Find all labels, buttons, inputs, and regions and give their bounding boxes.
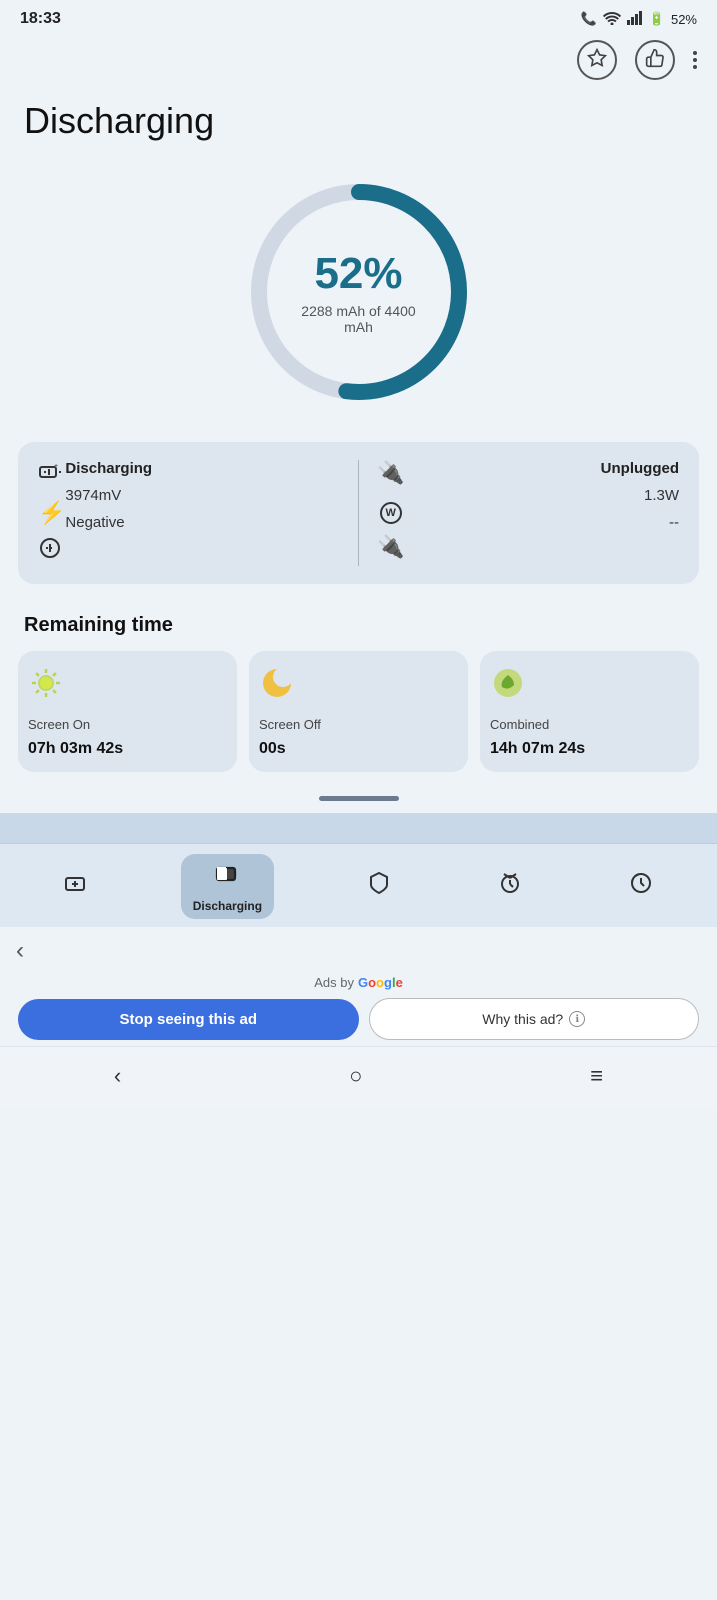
current-icon bbox=[38, 536, 62, 566]
bottom-nav[interactable]: Discharging bbox=[0, 843, 717, 927]
info-right-values: Unplugged 1.3W -- bbox=[404, 460, 679, 566]
star-icon bbox=[587, 48, 607, 73]
plug-icon: 🔌 bbox=[377, 460, 404, 486]
combined-card: Combined 14h 07m 24s bbox=[480, 651, 699, 772]
battery-add-icon bbox=[62, 869, 90, 904]
more-button[interactable] bbox=[693, 51, 697, 69]
info-card: + ⚡ Discharging 3974mV Negative 🔌 W 🔌 Un… bbox=[18, 442, 699, 584]
star-button[interactable] bbox=[577, 40, 617, 80]
battery-status-icon: 🔋 bbox=[649, 11, 665, 27]
status-time: 18:33 bbox=[20, 10, 61, 28]
thumbsup-icon bbox=[645, 48, 665, 73]
screen-on-card: Screen On 07h 03m 42s bbox=[18, 651, 237, 772]
info-left-icons: + ⚡ bbox=[38, 460, 65, 566]
signal-icon bbox=[627, 11, 643, 28]
discharging-icon bbox=[213, 860, 241, 895]
like-button[interactable] bbox=[635, 40, 675, 80]
page-title: Discharging bbox=[0, 90, 717, 162]
info-divider bbox=[358, 460, 359, 566]
top-actions bbox=[0, 34, 717, 90]
nav-item-shield[interactable] bbox=[353, 863, 405, 910]
info-right-icons: 🔌 W 🔌 bbox=[377, 460, 404, 566]
wattage-value: 1.3W bbox=[644, 487, 679, 504]
status-icons: 📞 🔋 52% bbox=[581, 11, 697, 28]
nav-item-discharging[interactable]: Discharging bbox=[181, 854, 274, 919]
lightning-icon: ⚡ bbox=[38, 500, 65, 526]
power-outlet-icon: 🔌 bbox=[377, 534, 404, 560]
wifi-icon bbox=[603, 11, 621, 28]
screen-on-icon bbox=[28, 665, 64, 709]
screen-off-icon bbox=[259, 665, 295, 709]
battery-charge-icon: + bbox=[38, 460, 62, 490]
ad-bar: Ads by Google Stop seeing this ad Why th… bbox=[0, 965, 717, 1046]
why-ad-button[interactable]: Why this ad? ℹ bbox=[369, 998, 700, 1040]
shield-icon bbox=[365, 869, 393, 904]
sys-back-button[interactable]: ‹ bbox=[94, 1059, 141, 1093]
power-status-label: Unplugged bbox=[601, 460, 679, 477]
combined-icon bbox=[490, 665, 526, 709]
screen-off-label: Screen Off bbox=[259, 717, 321, 732]
sys-home-button[interactable]: ○ bbox=[329, 1059, 382, 1093]
extra-value: -- bbox=[669, 514, 679, 531]
charging-status-label: Discharging bbox=[65, 460, 152, 477]
info-icon: ℹ bbox=[569, 1011, 585, 1027]
google-logo: Google bbox=[358, 975, 403, 990]
screen-on-label: Screen On bbox=[28, 717, 90, 732]
remaining-time-cards: Screen On 07h 03m 42s Screen Off 00s Com… bbox=[0, 651, 717, 792]
back-arrow[interactable]: ‹ bbox=[0, 927, 717, 965]
stop-ad-button[interactable]: Stop seeing this ad bbox=[18, 999, 359, 1040]
nav-discharging-label: Discharging bbox=[193, 899, 262, 913]
screen-off-card: Screen Off 00s bbox=[249, 651, 468, 772]
system-nav: ‹ ○ ≡ bbox=[0, 1046, 717, 1107]
why-ad-label: Why this ad? bbox=[482, 1011, 563, 1027]
remaining-time-title: Remaining time bbox=[0, 608, 717, 651]
sys-menu-button[interactable]: ≡ bbox=[570, 1059, 623, 1093]
battery-mah: 2288 mAh of 4400 mAh bbox=[299, 303, 419, 335]
circle-center: 52% 2288 mAh of 4400 mAh bbox=[299, 249, 419, 335]
ad-actions: Stop seeing this ad Why this ad? ℹ bbox=[0, 998, 717, 1040]
phone-icon: 📞 bbox=[581, 11, 597, 27]
status-bar: 18:33 📞 🔋 52% bbox=[0, 0, 717, 34]
combined-value: 14h 07m 24s bbox=[490, 740, 585, 758]
nav-item-battery-add[interactable] bbox=[50, 863, 102, 910]
info-middle-labels: Discharging 3974mV Negative bbox=[65, 460, 340, 566]
watt-icon: W bbox=[380, 496, 402, 524]
screen-off-value: 00s bbox=[259, 740, 286, 758]
ads-by-text: Ads by bbox=[314, 975, 354, 990]
alarm-add-icon bbox=[496, 869, 524, 904]
nav-item-history[interactable] bbox=[615, 863, 667, 910]
battery-percent-large: 52% bbox=[299, 249, 419, 299]
screen-on-value: 07h 03m 42s bbox=[28, 740, 123, 758]
nav-item-alarm[interactable] bbox=[484, 863, 536, 910]
current-value: Negative bbox=[65, 514, 124, 531]
history-icon bbox=[627, 869, 655, 904]
battery-percent: 52% bbox=[671, 12, 697, 27]
circle-chart: 52% 2288 mAh of 4400 mAh bbox=[239, 172, 479, 412]
voltage-value: 3974mV bbox=[65, 487, 121, 504]
combined-label: Combined bbox=[490, 717, 549, 732]
battery-circle: 52% 2288 mAh of 4400 mAh bbox=[0, 162, 717, 442]
scroll-indicator bbox=[0, 792, 717, 813]
scroll-pill bbox=[319, 796, 399, 801]
svg-text:+: + bbox=[54, 463, 58, 470]
blue-band bbox=[0, 813, 717, 843]
ads-by-google: Ads by Google bbox=[314, 975, 403, 990]
